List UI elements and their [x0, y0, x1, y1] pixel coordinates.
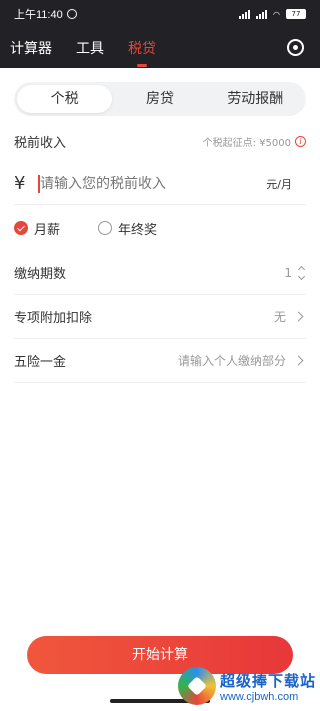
- tax-threshold: 个税起征点: ¥5000: [202, 137, 291, 149]
- top-nav: 计算器 工具 税贷: [0, 28, 320, 68]
- radio-checked-icon: [14, 221, 28, 235]
- special-deduction-row[interactable]: 专项附加扣除 无: [14, 295, 306, 339]
- watermark-logo-icon: [178, 667, 216, 705]
- special-deduction-label: 专项附加扣除: [14, 311, 93, 326]
- periods-label: 缴纳期数: [14, 267, 67, 282]
- pre-tax-income-input[interactable]: [40, 175, 230, 192]
- chevron-right-icon: [293, 355, 304, 366]
- battery-icon: 77: [286, 9, 306, 19]
- insurance-label: 五险一金: [14, 355, 67, 370]
- radio-label: 月薪: [34, 222, 61, 238]
- watermark: 超级捧下载站 www.cjbwh.com: [178, 665, 320, 707]
- calc-type-segment: 个税 房贷 劳动报酬: [14, 82, 306, 116]
- periods-value: 1: [284, 265, 292, 280]
- segment-mortgage[interactable]: 房贷: [112, 85, 207, 113]
- info-icon[interactable]: i: [295, 135, 306, 147]
- radio-label: 年终奖: [118, 222, 158, 238]
- salary-type-group: 月薪 年终奖: [14, 214, 306, 242]
- income-header: 税前收入 个税起征点: ¥5000 i: [14, 130, 306, 152]
- watermark-text: 超级捧下载站 www.cjbwh.com: [220, 670, 316, 703]
- watermark-title: 超级捧下载站: [220, 671, 317, 690]
- periods-row[interactable]: 缴纳期数 1: [14, 251, 306, 295]
- segment-income-tax[interactable]: 个税: [17, 85, 113, 113]
- alarm-icon: [66, 9, 77, 19]
- status-bar: 上午11:40 ◠ 77: [0, 0, 320, 28]
- settings-icon[interactable]: [287, 39, 304, 56]
- insurance-row[interactable]: 五险一金 请输入个人缴纳部分: [14, 339, 306, 383]
- radio-monthly-salary[interactable]: 月薪: [14, 219, 60, 238]
- income-unit: 元/月: [266, 177, 292, 191]
- tab-calculator[interactable]: 计算器: [10, 38, 52, 58]
- signal-icon: [239, 9, 251, 19]
- up-down-icon: [297, 265, 306, 280]
- wifi-icon: ◠: [273, 9, 280, 19]
- status-time: 上午11:40: [14, 9, 63, 21]
- tab-tax-loan[interactable]: 税贷: [128, 38, 156, 58]
- chevron-right-icon: [293, 311, 304, 322]
- special-deduction-value: 无: [273, 310, 286, 324]
- currency-symbol: ¥: [14, 173, 26, 194]
- radio-unchecked-icon: [98, 221, 113, 235]
- radio-annual-bonus[interactable]: 年终奖: [98, 219, 157, 238]
- insurance-value: 请输入个人缴纳部分: [177, 354, 286, 368]
- signal-icon-2: [256, 9, 268, 19]
- status-icons: ◠ 77: [239, 9, 306, 19]
- segment-labor-remuneration[interactable]: 劳动报酬: [208, 85, 303, 113]
- tab-tools[interactable]: 工具: [76, 38, 104, 58]
- income-input-row: ¥ 元/月: [14, 163, 306, 205]
- income-label: 税前收入: [14, 135, 67, 151]
- watermark-url: www.cjbwh.com: [220, 690, 299, 703]
